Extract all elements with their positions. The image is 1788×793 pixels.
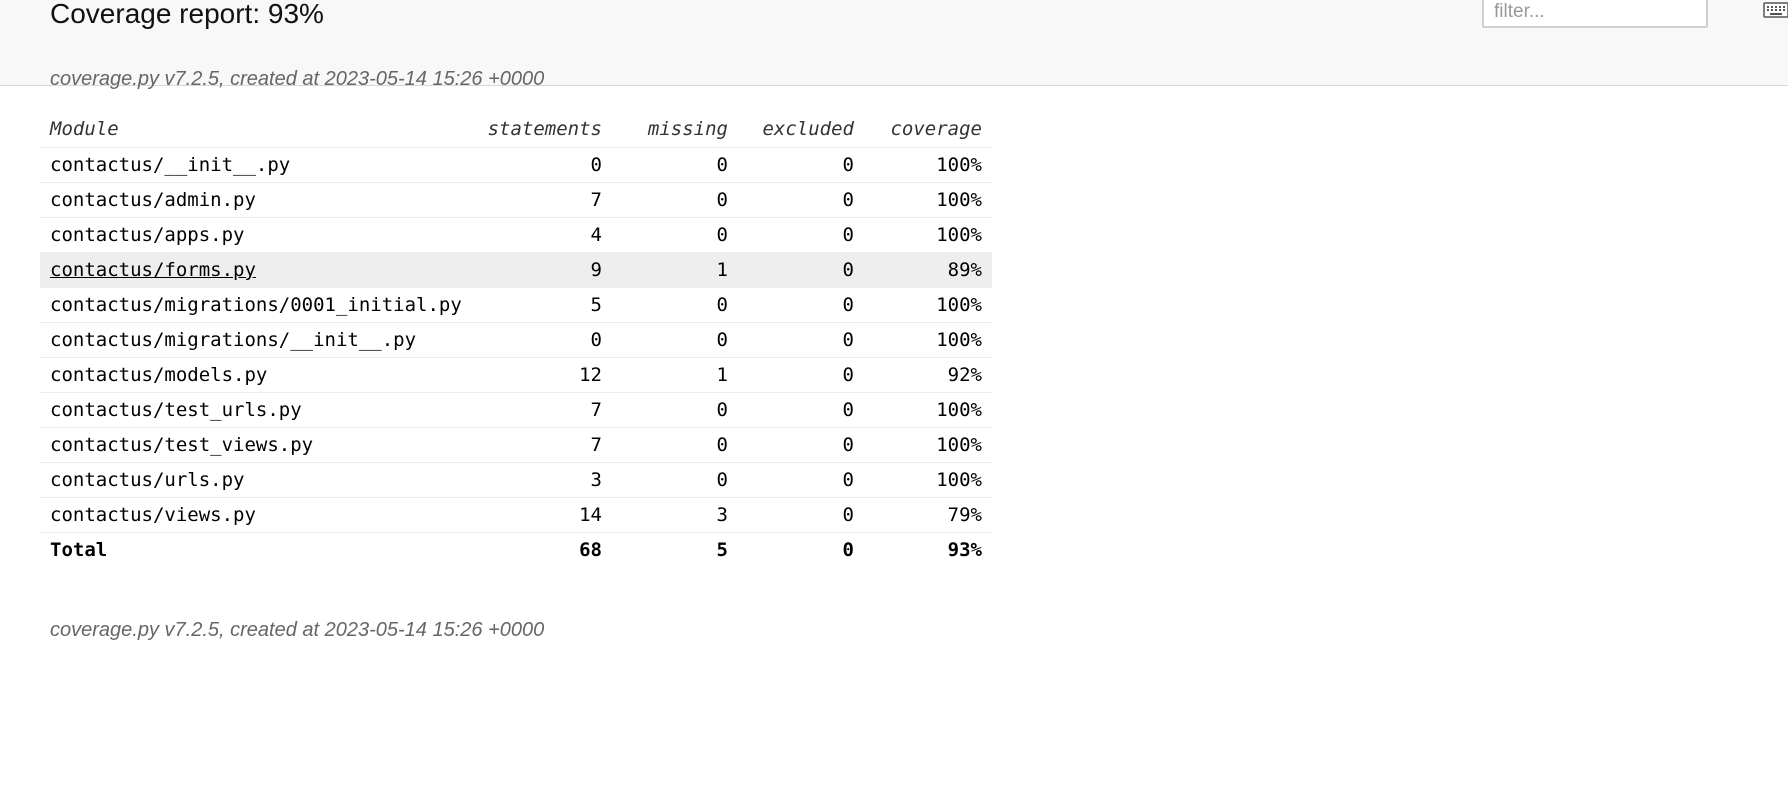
missing-cell: 3 bbox=[612, 497, 738, 533]
statements-cell: 0 bbox=[476, 322, 612, 358]
keyboard-icon[interactable] bbox=[1763, 2, 1788, 18]
excluded-cell: 0 bbox=[738, 427, 864, 463]
coverage-cell: 100% bbox=[864, 182, 992, 218]
statements-cell: 7 bbox=[476, 182, 612, 218]
table-row[interactable]: contactus/migrations/__init__.py 0 0 0 1… bbox=[40, 322, 992, 358]
coverage-cell: 100% bbox=[864, 217, 992, 253]
excluded-cell: 0 bbox=[738, 322, 864, 358]
column-header-missing[interactable]: missing bbox=[612, 111, 738, 148]
module-link[interactable]: contactus/test_urls.py bbox=[50, 399, 302, 421]
statements-cell: 9 bbox=[476, 252, 612, 288]
missing-cell: 0 bbox=[612, 392, 738, 428]
table-row[interactable]: contactus/apps.py 4 0 0 100% bbox=[40, 217, 992, 253]
module-cell: contactus/migrations/0001_initial.py bbox=[40, 287, 476, 323]
total-coverage: 93% bbox=[947, 539, 982, 561]
table-row[interactable]: contactus/migrations/0001_initial.py 5 0… bbox=[40, 287, 992, 323]
coverage-cell: 89% bbox=[864, 252, 992, 288]
table-row[interactable]: contactus/test_urls.py 7 0 0 100% bbox=[40, 392, 992, 428]
module-link[interactable]: contactus/migrations/0001_initial.py bbox=[50, 294, 462, 316]
column-header-module[interactable]: Module bbox=[40, 111, 476, 148]
coverage-cell: 100% bbox=[864, 147, 992, 183]
excluded-cell: 0 bbox=[738, 357, 864, 393]
missing-cell: 1 bbox=[612, 252, 738, 288]
missing-cell: 0 bbox=[612, 217, 738, 253]
coverage-cell: 79% bbox=[864, 497, 992, 533]
column-header-coverage[interactable]: coverage bbox=[864, 111, 992, 148]
excluded-cell: 0 bbox=[738, 217, 864, 253]
table-row[interactable]: contactus/admin.py 7 0 0 100% bbox=[40, 182, 992, 218]
module-link[interactable]: contactus/__init__.py bbox=[50, 154, 290, 176]
missing-cell: 0 bbox=[612, 147, 738, 183]
coverage-cell: 100% bbox=[864, 287, 992, 323]
module-link[interactable]: contactus/views.py bbox=[50, 504, 256, 526]
missing-cell: 0 bbox=[612, 322, 738, 358]
footer-created-info: coverage.py v7.2.5, created at 2023-05-1… bbox=[50, 619, 545, 641]
created-info: coverage.py v7.2.5, created at 2023-05-1… bbox=[50, 68, 545, 90]
coverage-cell: 100% bbox=[864, 462, 992, 498]
module-cell: contactus/forms.py bbox=[40, 252, 476, 288]
missing-cell: 0 bbox=[612, 287, 738, 323]
statements-cell: 7 bbox=[476, 427, 612, 463]
missing-cell: 0 bbox=[612, 462, 738, 498]
excluded-cell: 0 bbox=[738, 252, 864, 288]
missing-cell: 1 bbox=[612, 357, 738, 393]
total-missing: 5 bbox=[716, 539, 728, 561]
statements-cell: 3 bbox=[476, 462, 612, 498]
report-header: Coverage report: 93% coverage.py v7.2.5,… bbox=[0, 0, 1788, 90]
excluded-cell: 0 bbox=[738, 182, 864, 218]
coverage-table: Module statements missing excluded cover… bbox=[40, 111, 992, 567]
statements-cell: 14 bbox=[476, 497, 612, 533]
module-cell: contactus/test_views.py bbox=[40, 427, 476, 463]
module-link[interactable]: contactus/apps.py bbox=[50, 224, 244, 246]
module-cell: contactus/views.py bbox=[40, 497, 476, 533]
coverage-cell: 92% bbox=[864, 357, 992, 393]
module-cell: contactus/test_urls.py bbox=[40, 392, 476, 428]
module-link[interactable]: contactus/test_views.py bbox=[50, 434, 313, 456]
table-row[interactable]: contactus/urls.py 3 0 0 100% bbox=[40, 462, 992, 498]
missing-cell: 0 bbox=[612, 182, 738, 218]
excluded-cell: 0 bbox=[738, 287, 864, 323]
module-link[interactable]: contactus/urls.py bbox=[50, 469, 244, 491]
statements-cell: 12 bbox=[476, 357, 612, 393]
table-row[interactable]: contactus/test_views.py 7 0 0 100% bbox=[40, 427, 992, 463]
table-row-hovered[interactable]: contactus/forms.py 9 1 0 89% bbox=[40, 252, 992, 288]
table-row[interactable]: contactus/__init__.py 0 0 0 100% bbox=[40, 147, 992, 183]
module-cell: contactus/migrations/__init__.py bbox=[40, 322, 476, 358]
missing-cell: 0 bbox=[612, 427, 738, 463]
column-header-statements[interactable]: statements bbox=[476, 111, 612, 148]
module-link[interactable]: contactus/forms.py bbox=[50, 259, 256, 281]
total-excluded: 0 bbox=[842, 539, 854, 561]
excluded-cell: 0 bbox=[738, 392, 864, 428]
statements-cell: 7 bbox=[476, 392, 612, 428]
column-header-excluded[interactable]: excluded bbox=[738, 111, 864, 148]
module-cell: contactus/admin.py bbox=[40, 182, 476, 218]
excluded-cell: 0 bbox=[738, 497, 864, 533]
total-label: Total bbox=[50, 539, 108, 561]
module-link[interactable]: contactus/models.py bbox=[50, 364, 267, 386]
filter-input[interactable] bbox=[1482, 0, 1708, 28]
module-cell: contactus/__init__.py bbox=[40, 147, 476, 183]
coverage-cell: 100% bbox=[864, 392, 992, 428]
table-header-row: Module statements missing excluded cover… bbox=[40, 111, 992, 148]
statements-cell: 4 bbox=[476, 217, 612, 253]
module-cell: contactus/urls.py bbox=[40, 462, 476, 498]
module-cell: contactus/apps.py bbox=[40, 217, 476, 253]
excluded-cell: 0 bbox=[738, 147, 864, 183]
statements-cell: 5 bbox=[476, 287, 612, 323]
total-statements: 68 bbox=[579, 539, 602, 561]
module-cell: contactus/models.py bbox=[40, 357, 476, 393]
statements-cell: 0 bbox=[476, 147, 612, 183]
coverage-cell: 100% bbox=[864, 427, 992, 463]
excluded-cell: 0 bbox=[738, 462, 864, 498]
table-row[interactable]: contactus/views.py 14 3 0 79% bbox=[40, 497, 992, 533]
coverage-cell: 100% bbox=[864, 322, 992, 358]
page-title: Coverage report: 93% bbox=[50, 0, 324, 29]
module-link[interactable]: contactus/admin.py bbox=[50, 189, 256, 211]
total-row: Total 68 5 0 93% bbox=[40, 533, 992, 568]
module-link[interactable]: contactus/migrations/__init__.py bbox=[50, 329, 416, 351]
table-row[interactable]: contactus/models.py 12 1 0 92% bbox=[40, 357, 992, 393]
